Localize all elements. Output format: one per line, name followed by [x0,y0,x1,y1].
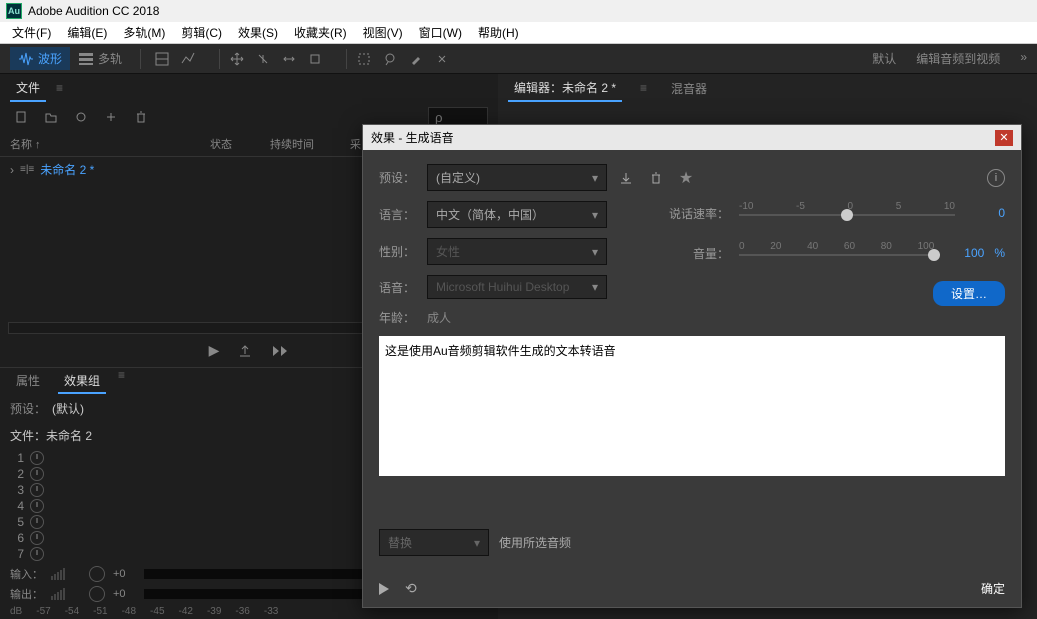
output-meter [51,588,81,600]
tab-properties[interactable]: 属性 [10,368,46,394]
panel-menu-icon[interactable]: ≡ [118,368,125,394]
tab-editor[interactable]: 编辑器：未命名 2 * [508,75,622,102]
rate-label: 说话速率： [669,205,729,222]
workspace-edit-av[interactable]: 编辑音频到视频 [916,50,1000,67]
volume-slider[interactable]: 020406080100 [739,241,934,265]
generate-speech-dialog: 效果 - 生成语音 ✕ 预设： (自定义)▾ ★ i 语言： 中文（简体，中国）… [362,124,1022,608]
settings-button[interactable]: 设置… [933,281,1005,306]
ok-button[interactable]: 确定 [981,580,1005,597]
menu-edit[interactable]: 编辑(E) [59,24,115,41]
tool-razor[interactable] [252,48,274,70]
mode-multitrack[interactable]: 多轨 [70,47,130,70]
trash-icon[interactable] [130,106,152,128]
tool-lasso[interactable] [379,48,401,70]
favorite-icon[interactable]: ★ [675,167,697,189]
col-sr[interactable]: 采 [350,136,361,152]
use-selected-label: 使用所选音频 [499,534,571,551]
waveform-icon [18,51,34,67]
output-gain-knob[interactable] [89,586,105,602]
chevron-down-icon: ▾ [592,171,598,185]
main-toolbar: 波形 多轨 默认 编辑音频到视频 » [0,44,1037,74]
volume-value[interactable]: 100 [944,246,984,260]
voice-combo: Microsoft Huihui Desktop▾ [427,275,607,299]
tab-effects-rack[interactable]: 效果组 [58,368,106,394]
rate-slider[interactable]: -10-50510 [739,201,955,225]
preview-play-button[interactable] [379,583,389,595]
age-value: 成人 [427,309,451,326]
menu-help[interactable]: 帮助(H) [470,24,527,41]
save-preset-icon[interactable] [615,167,637,189]
tool-spectral-freq[interactable] [151,48,173,70]
volume-label: 音量： [669,245,729,262]
output-label: 输出： [10,586,43,602]
menu-multitrack[interactable]: 多轨(M) [115,24,173,41]
tool-spectral-pitch[interactable] [177,48,199,70]
power-icon[interactable] [30,531,44,545]
chevron-down-icon: ▾ [474,536,480,550]
menu-view[interactable]: 视图(V) [355,24,411,41]
tool-brush[interactable] [405,48,427,70]
tab-files[interactable]: 文件 [10,75,46,102]
menu-file[interactable]: 文件(F) [4,24,59,41]
workspace-default[interactable]: 默认 [872,50,896,67]
col-name[interactable]: 名称 ↑ [10,136,210,152]
preset-combo[interactable]: (自定义)▾ [427,164,607,191]
multitrack-icon [78,51,94,67]
workspace-more-icon[interactable]: » [1020,50,1027,67]
tab-mixer[interactable]: 混音器 [665,76,713,101]
language-combo[interactable]: 中文（简体，中国）▾ [427,201,607,228]
power-icon[interactable] [30,515,44,529]
replace-combo[interactable]: 替换▾ [379,529,489,556]
power-icon[interactable] [30,499,44,513]
open-file-icon[interactable] [40,106,62,128]
window-titlebar: Au Adobe Audition CC 2018 [0,0,1037,22]
delete-preset-icon[interactable] [645,167,667,189]
input-gain-knob[interactable] [89,566,105,582]
expand-icon[interactable]: › [10,163,14,177]
tool-time-select[interactable] [304,48,326,70]
loop-icon[interactable]: ⟲ [405,580,417,597]
window-title: Adobe Audition CC 2018 [28,4,159,18]
play-button[interactable]: ▶ [209,342,220,359]
power-icon[interactable] [30,547,44,561]
preset-label: 预设： [379,169,419,186]
preset-label: 预设： [10,400,46,417]
mode-waveform[interactable]: 波形 [10,47,70,70]
record-icon[interactable] [70,106,92,128]
info-icon[interactable]: i [987,169,1005,187]
tool-heal[interactable] [431,48,453,70]
preset-value[interactable]: (默认) [52,400,84,417]
dialog-title: 效果 - 生成语音 [371,129,454,146]
tool-move[interactable] [226,48,248,70]
input-meter [51,568,81,580]
col-status[interactable]: 状态 [210,136,270,152]
autoplay-icon[interactable] [271,343,289,359]
menu-favorites[interactable]: 收藏夹(R) [286,24,355,41]
gender-combo: 女性▾ [427,238,607,265]
menu-window[interactable]: 窗口(W) [411,24,470,41]
tool-marquee[interactable] [353,48,375,70]
wave-icon: ≡|≡ [20,164,34,175]
chevron-down-icon: ▾ [592,208,598,222]
power-icon[interactable] [30,467,44,481]
export-icon[interactable] [237,343,253,359]
insert-icon[interactable] [100,106,122,128]
new-file-icon[interactable] [10,106,32,128]
tool-slip[interactable] [278,48,300,70]
close-icon[interactable]: ✕ [995,130,1013,146]
rate-value[interactable]: 0 [965,206,1005,220]
editor-menu-icon[interactable]: ≡ [640,81,647,95]
menubar: 文件(F) 编辑(E) 多轨(M) 剪辑(C) 效果(S) 收藏夹(R) 视图(… [0,22,1037,44]
menu-effects[interactable]: 效果(S) [230,24,286,41]
app-logo: Au [6,3,22,19]
input-label: 输入： [10,566,43,582]
col-duration[interactable]: 持续时间 [270,136,350,152]
power-icon[interactable] [30,451,44,465]
power-icon[interactable] [30,483,44,497]
file-name: 未命名 2 * [40,161,220,178]
panel-menu-icon[interactable]: ≡ [56,81,63,95]
speech-text-input[interactable] [379,336,1005,476]
menu-clip[interactable]: 剪辑(C) [173,24,230,41]
